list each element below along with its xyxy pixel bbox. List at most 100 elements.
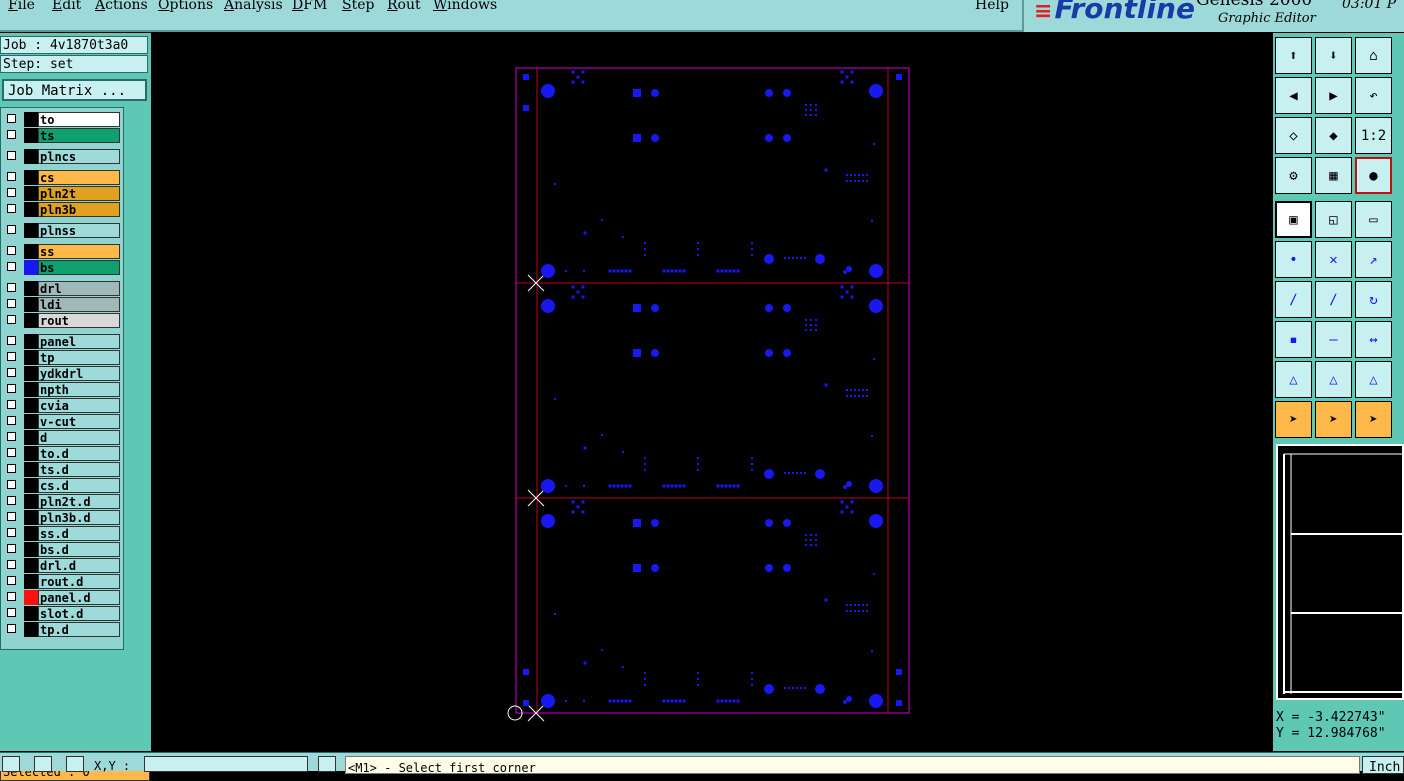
node-connect-icon[interactable]: •: [1275, 241, 1312, 278]
layer-name[interactable]: ts: [38, 128, 120, 143]
rotate-arc-icon[interactable]: ↻: [1355, 281, 1392, 318]
layer-checkbox[interactable]: [7, 400, 16, 409]
menu-windows[interactable]: Windows: [433, 0, 497, 13]
layer-name[interactable]: ydkdrl: [38, 366, 120, 381]
layer-checkbox[interactable]: [7, 560, 16, 569]
layer-color-swatch[interactable]: [24, 297, 38, 312]
measure-icon[interactable]: ↔: [1355, 321, 1392, 358]
layer-color-swatch[interactable]: [24, 462, 38, 477]
display-frame-icon[interactable]: ▣: [1275, 201, 1312, 238]
layer-row[interactable]: panel: [5, 334, 121, 349]
layer-name[interactable]: ts.d: [38, 462, 120, 477]
layer-name[interactable]: pln2t: [38, 186, 120, 201]
layer-name[interactable]: cvia: [38, 398, 120, 413]
layer-row[interactable]: cs.d: [5, 478, 121, 493]
layer-checkbox[interactable]: [7, 225, 16, 234]
layer-color-swatch[interactable]: [24, 366, 38, 381]
layer-checkbox[interactable]: [7, 576, 16, 585]
zoom-house-icon[interactable]: ⌂: [1355, 37, 1392, 74]
menu-file[interactable]: File: [8, 0, 35, 13]
layer-name[interactable]: ldi: [38, 297, 120, 312]
layer-color-swatch[interactable]: [24, 558, 38, 573]
grid-icon[interactable]: ▦: [1315, 157, 1352, 194]
layer-row[interactable]: rout: [5, 313, 121, 328]
layer-row[interactable]: pln2t.d: [5, 494, 121, 509]
layer-color-swatch[interactable]: [24, 430, 38, 445]
layer-checkbox[interactable]: [7, 368, 16, 377]
layer-row[interactable]: ldi: [5, 297, 121, 312]
layer-row[interactable]: v-cut: [5, 414, 121, 429]
layer-name[interactable]: rout: [38, 313, 120, 328]
layer-color-swatch[interactable]: [24, 574, 38, 589]
layer-name[interactable]: tp.d: [38, 622, 120, 637]
layer-name[interactable]: panel: [38, 334, 120, 349]
layer-name[interactable]: pln2t.d: [38, 494, 120, 509]
layer-name[interactable]: bs: [38, 260, 120, 275]
layer-row[interactable]: rout.d: [5, 574, 121, 589]
menu-dfm[interactable]: DFM: [292, 0, 327, 13]
menu-rout[interactable]: Rout: [387, 0, 421, 13]
layer-checkbox[interactable]: [7, 114, 16, 123]
layer-checkbox[interactable]: [7, 130, 16, 139]
layer-color-swatch[interactable]: [24, 313, 38, 328]
layer-checkbox[interactable]: [7, 188, 16, 197]
pan-left-icon[interactable]: ◀: [1275, 77, 1312, 114]
layer-checkbox[interactable]: [7, 172, 16, 181]
polygon-edit-icon[interactable]: △: [1355, 361, 1392, 398]
layer-row[interactable]: d: [5, 430, 121, 445]
layer-color-swatch[interactable]: [24, 510, 38, 525]
layer-name[interactable]: to.d: [38, 446, 120, 461]
polygon-outline-icon[interactable]: △: [1275, 361, 1312, 398]
layer-row[interactable]: pln3b: [5, 202, 121, 217]
layer-color-swatch[interactable]: [24, 478, 38, 493]
menu-actions[interactable]: Actions: [95, 0, 148, 13]
layer-name[interactable]: v-cut: [38, 414, 120, 429]
pan-right-icon[interactable]: ▶: [1315, 77, 1352, 114]
layer-name[interactable]: bs.d: [38, 542, 120, 557]
zoom-home-icon[interactable]: ⬆: [1275, 37, 1312, 74]
layer-row[interactable]: ts: [5, 128, 121, 143]
layer-row[interactable]: cs: [5, 170, 121, 185]
layer-row[interactable]: pln2t: [5, 186, 121, 201]
layer-name[interactable]: drl: [38, 281, 120, 296]
layer-checkbox[interactable]: [7, 528, 16, 537]
layer-name[interactable]: to: [38, 112, 120, 127]
layer-row[interactable]: slot.d: [5, 606, 121, 621]
menu-options[interactable]: Options: [158, 0, 213, 13]
layer-row[interactable]: ss.d: [5, 526, 121, 541]
layer-name[interactable]: ss.d: [38, 526, 120, 541]
layer-row[interactable]: to.d: [5, 446, 121, 461]
layer-row[interactable]: plncs: [5, 149, 121, 164]
layer-name[interactable]: tp: [38, 350, 120, 365]
undo-zoom-icon[interactable]: ↶: [1355, 77, 1392, 114]
layer-color-swatch[interactable]: [24, 223, 38, 238]
layer-name[interactable]: pln3b: [38, 202, 120, 217]
layer-checkbox[interactable]: [7, 151, 16, 160]
menu-help[interactable]: Help: [975, 0, 1009, 13]
layer-checkbox[interactable]: [7, 496, 16, 505]
layer-checkbox[interactable]: [7, 592, 16, 601]
job-matrix-button[interactable]: Job Matrix ...: [2, 79, 147, 101]
layer-color-swatch[interactable]: [24, 446, 38, 461]
layer-name[interactable]: plncs: [38, 149, 120, 164]
layer-color-swatch[interactable]: [24, 149, 38, 164]
layer-color-swatch[interactable]: [24, 414, 38, 429]
units-button[interactable]: Inch: [1362, 756, 1404, 775]
layer-color-swatch[interactable]: [24, 382, 38, 397]
layer-checkbox[interactable]: [7, 336, 16, 345]
layer-color-swatch[interactable]: [24, 260, 38, 275]
layer-row[interactable]: tp.d: [5, 622, 121, 637]
layer-row[interactable]: plnss: [5, 223, 121, 238]
layer-checkbox[interactable]: [7, 246, 16, 255]
select-box-icon[interactable]: ➤: [1315, 401, 1352, 438]
layer-color-swatch[interactable]: [24, 334, 38, 349]
fit-profile-icon[interactable]: ◆: [1315, 117, 1352, 154]
layer-name[interactable]: d: [38, 430, 120, 445]
layer-row[interactable]: tp: [5, 350, 121, 365]
layer-row[interactable]: bs: [5, 260, 121, 275]
cross-cut-icon[interactable]: ✕: [1315, 241, 1352, 278]
layer-row[interactable]: to: [5, 112, 121, 127]
layer-checkbox[interactable]: [7, 204, 16, 213]
ruler-icon[interactable]: ▭: [1355, 201, 1392, 238]
menu-analysis[interactable]: Analysis: [224, 0, 283, 13]
